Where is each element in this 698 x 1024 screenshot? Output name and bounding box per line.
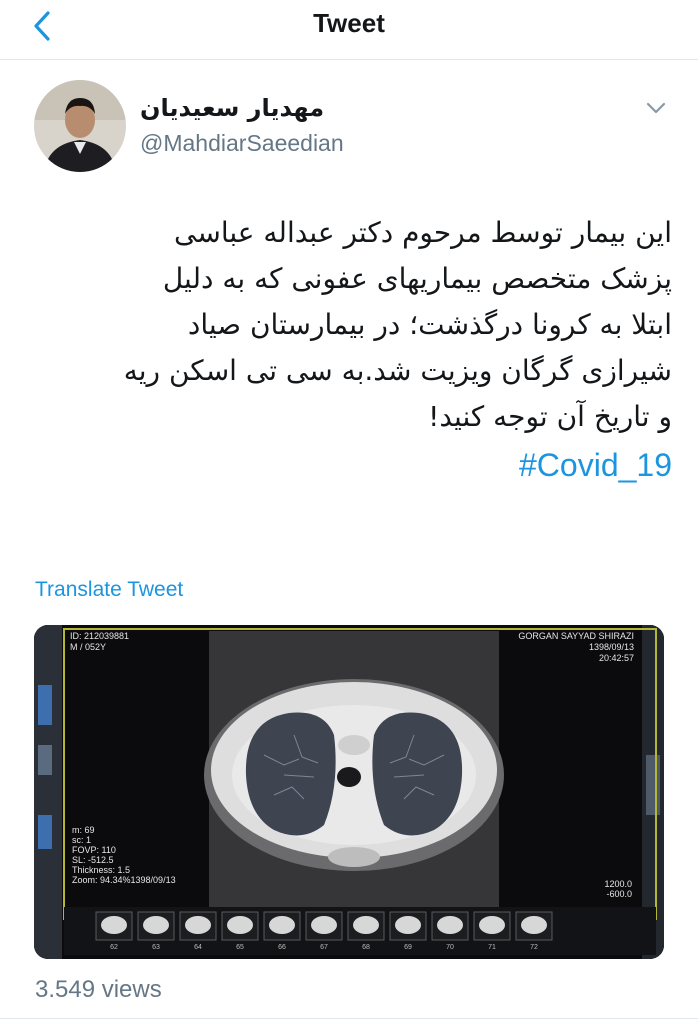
ct-right-lung (372, 712, 463, 836)
tweet-text-line: پزشک متخصص بیماریهای عفونی که به دلیل (162, 262, 672, 295)
ct-patient-info: M / 052Y (70, 642, 106, 652)
author-display-name[interactable]: مهدیار سعیدیان (140, 94, 324, 122)
page-title: Tweet (313, 8, 385, 38)
ct-parameter: m: 69 (72, 825, 95, 835)
tweet-media-image[interactable]: ID: 212039881 M / 052Y GORGAN SAYYAD SHI… (34, 625, 664, 959)
ct-thumbnail-slice (101, 916, 127, 934)
ct-parameter: FOVP: 110 (72, 845, 116, 855)
ct-window-width: 1200.0 (604, 879, 632, 889)
ct-thumbnail-label: 68 (362, 944, 370, 951)
ct-thumbnail-label: 72 (530, 944, 538, 951)
ct-thumbnail-slice (269, 916, 295, 934)
ct-thumbnail-label: 63 (152, 944, 160, 951)
hashtag-link[interactable]: #Covid_19 (30, 442, 672, 488)
avatar[interactable] (34, 80, 126, 172)
ct-parameter: SL: -512.5 (72, 855, 114, 865)
ct-thumbnail-slice (227, 916, 253, 934)
divider (0, 1018, 698, 1019)
ct-thumbnail-slice (143, 916, 169, 934)
ct-thumbnail-slice (353, 916, 379, 934)
ct-thumbnail-label: 65 (236, 944, 244, 951)
ct-patient-id: ID: 212039881 (70, 631, 129, 641)
tweet-author-header: مهدیار سعیدیان @MahdiarSaeedian (0, 76, 698, 176)
ct-thumbnail-label: 71 (488, 944, 496, 951)
ct-trachea (337, 767, 361, 787)
ct-thumbnail-slice (395, 916, 421, 934)
ct-thumbnail-slice (479, 916, 505, 934)
ct-parameter: sc: 1 (72, 835, 91, 845)
views-count: 3.549 views (35, 976, 162, 1003)
ct-thumbnail-label: 67 (320, 944, 328, 951)
ct-parameter: Zoom: 94.34%1398/09/13 (72, 875, 176, 885)
ct-thumbnail-slice (311, 916, 337, 934)
ct-thumbnail-label: 69 (404, 944, 412, 951)
tweet-text-line: شیرازی گرگان ویزیت شد.به سی تی اسکن ریه (123, 354, 672, 387)
ct-thumbnail-slice (521, 916, 547, 934)
ct-left-lung (245, 712, 336, 836)
ct-parameter: Thickness: 1.5 (72, 865, 130, 875)
ct-thumbnail-slice (437, 916, 463, 934)
translate-tweet-link[interactable]: Translate Tweet (35, 578, 183, 602)
ct-thumbnail-label: 64 (194, 944, 202, 951)
tweet-text-line: ابتلا به کرونا درگذشت؛ در بیمارستان صیاد (187, 308, 672, 341)
ct-scan-time: 20:42:57 (599, 653, 634, 663)
tweet-text-line: و تاریخ آن توجه کنید! (428, 400, 672, 433)
top-nav-bar: Tweet (0, 0, 698, 60)
ct-hospital-name: GORGAN SAYYAD SHIRAZI (518, 631, 634, 641)
more-options-button[interactable] (640, 94, 672, 126)
ct-thumbnail-label: 66 (278, 944, 286, 951)
monitor-bezel (34, 625, 62, 959)
ct-thumbnail-label: 70 (446, 944, 454, 951)
tweet-text-line: این بیمار توسط مرحوم دکتر عبداله عباسی (174, 216, 672, 249)
ct-thumbnail-slice (185, 916, 211, 934)
author-handle[interactable]: @MahdiarSaeedian (140, 130, 344, 157)
ct-thumbnail-label: 62 (110, 944, 118, 951)
tweet-body: این بیمار توسط مرحوم دکتر عبداله عباسی پ… (30, 210, 672, 488)
ct-window-level: -600.0 (606, 889, 632, 899)
chevron-down-icon (645, 101, 667, 120)
ct-scan-date: 1398/09/13 (589, 642, 634, 652)
